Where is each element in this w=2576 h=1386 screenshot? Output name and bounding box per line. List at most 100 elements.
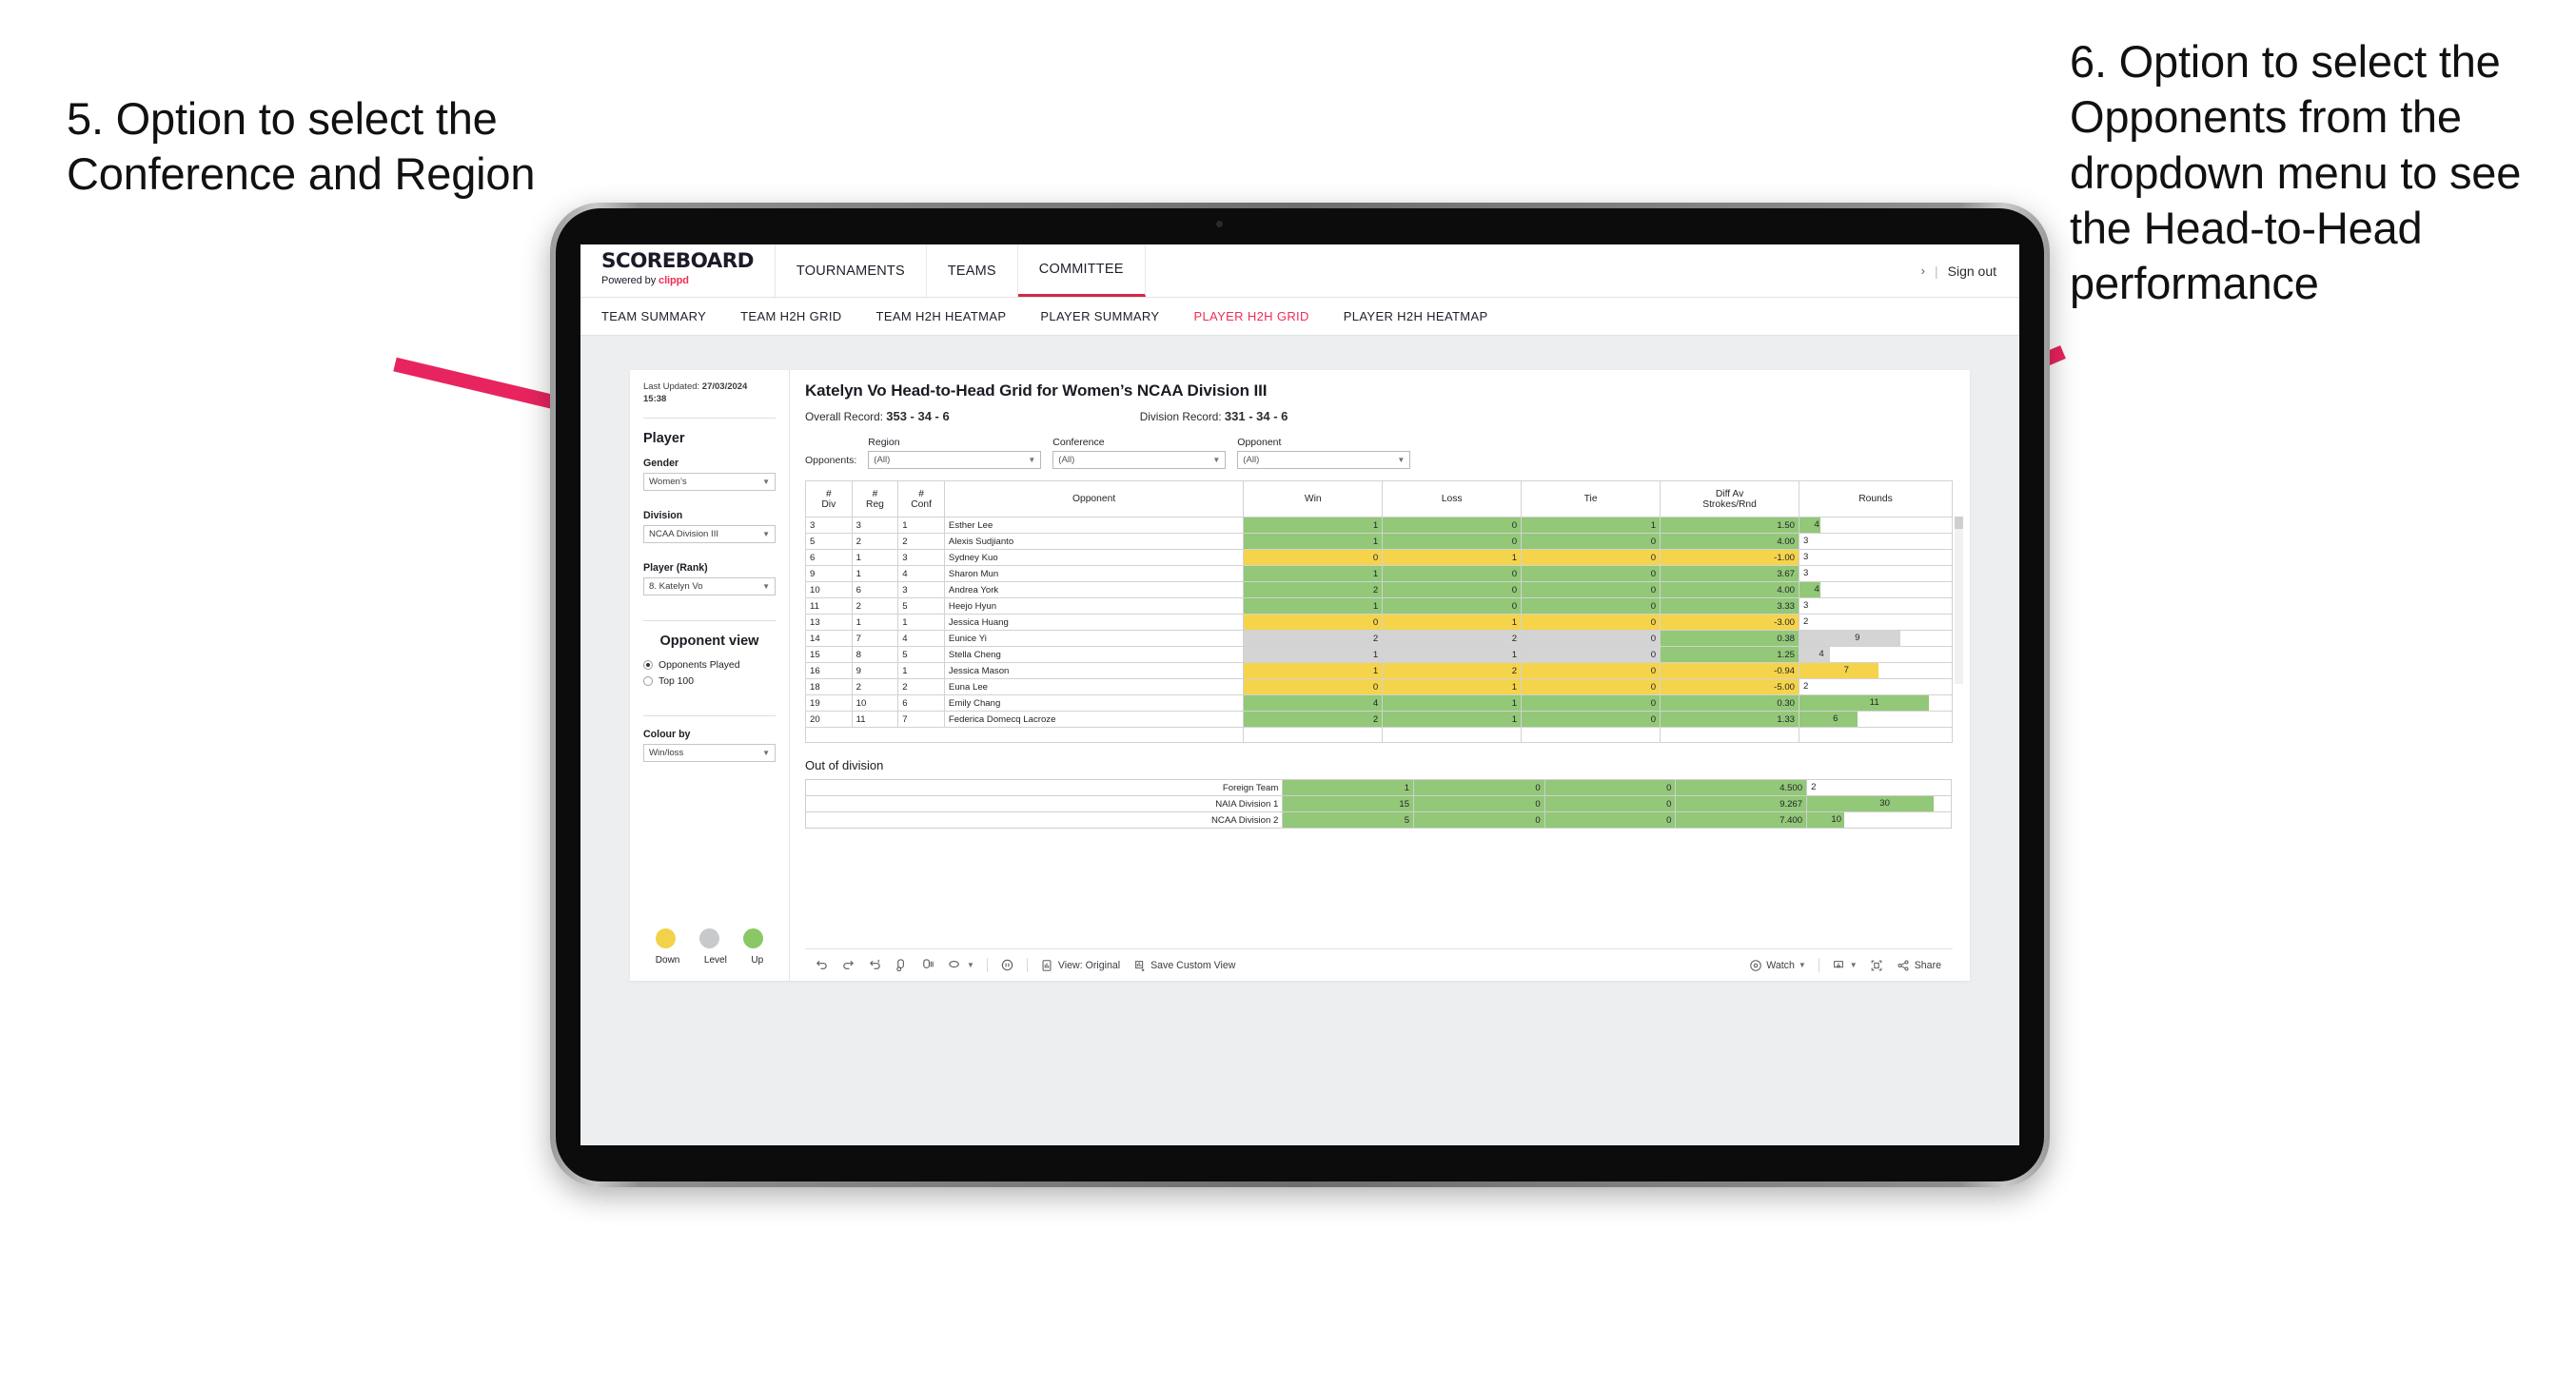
- cell-ood-rounds: 2: [1806, 779, 1952, 797]
- nav-item-tournaments[interactable]: TOURNAMENTS: [776, 244, 927, 297]
- save-custom-view-button[interactable]: Save Custom View: [1132, 958, 1235, 972]
- table-row[interactable]: 13 1 1 Jessica Huang 0 1 0 -3.00 2: [805, 614, 1953, 631]
- subnav-item-team-h2h-grid[interactable]: TEAM H2H GRID: [740, 309, 858, 323]
- cell-loss: 1: [1382, 711, 1523, 728]
- blank-cell: [1799, 726, 1953, 744]
- table-row[interactable]: 20 11 7 Federica Domecq Lacroze 2 1 0 1.33 6: [805, 711, 1953, 728]
- cell-tie: 0: [1521, 678, 1662, 695]
- cell-opponent: Esther Lee: [943, 517, 1245, 534]
- subnav-item-player-h2h-heatmap[interactable]: PLAYER H2H HEATMAP: [1344, 309, 1505, 323]
- cell-rounds: 2: [1799, 614, 1953, 631]
- cell-div: 5: [805, 533, 853, 550]
- tablet-screen: SCOREBOARD Powered by clippd TOURNAMENTS…: [580, 244, 2019, 1145]
- brand-logo[interactable]: SCOREBOARD Powered by clippd: [580, 244, 776, 297]
- subnav-item-player-summary[interactable]: PLAYER SUMMARY: [1040, 309, 1176, 323]
- rounds-value: 11: [1869, 697, 1879, 708]
- cell-loss: 0: [1382, 581, 1523, 598]
- nav-item-committee[interactable]: COMMITTEE: [1017, 244, 1146, 297]
- toolbar-divider-2: [1026, 958, 1028, 972]
- share-label: Share: [1914, 959, 1941, 971]
- opponent-filters: Opponents: Region (All) ▼ Conference (Al…: [805, 437, 1953, 469]
- col-header-conf: # Conf: [897, 480, 945, 517]
- redo-icon[interactable]: [841, 958, 855, 972]
- cell-reg: 1: [851, 549, 899, 566]
- watch-button[interactable]: Watch ▼: [1748, 958, 1806, 972]
- table-row[interactable]: 3 3 1 Esther Lee 1 0 1 1.50 4: [805, 517, 1953, 534]
- highlight-icon[interactable]: [948, 958, 962, 972]
- player-rank-select[interactable]: 8. Katelyn Vo ▼: [643, 576, 776, 595]
- chevron-right-icon[interactable]: ›: [1921, 264, 1925, 278]
- division-select[interactable]: NCAA Division III ▼: [643, 524, 776, 543]
- undo-icon[interactable]: [815, 958, 829, 972]
- radio-top-100[interactable]: Top 100: [643, 676, 776, 687]
- colour-by-select[interactable]: Win/loss ▼: [643, 743, 776, 762]
- pause-auto-update-icon[interactable]: [1000, 958, 1014, 972]
- table-row[interactable]: 18 2 2 Euna Lee 0 1 0 -5.00 2: [805, 678, 1953, 695]
- save-view-icon: [1132, 958, 1147, 972]
- share-button[interactable]: Share: [1897, 958, 1953, 972]
- cell-opponent: Emily Chang: [943, 694, 1245, 712]
- table-row[interactable]: 9 1 4 Sharon Mun 1 0 0 3.67 3: [805, 565, 1953, 582]
- table-row[interactable]: 19 10 6 Emily Chang 4 1 0 0.30 11: [805, 694, 1953, 712]
- division-record-value: 331 - 34 - 6: [1224, 409, 1288, 423]
- table-row[interactable]: 5 2 2 Alexis Sudjianto 1 0 0 4.00 3: [805, 533, 1953, 550]
- cell-conf: 4: [897, 630, 945, 647]
- table-row[interactable]: 14 7 4 Eunice Yi 2 2 0 0.38 9: [805, 630, 1953, 647]
- table-row[interactable]: 16 9 1 Jessica Mason 1 2 0 -0.94 7: [805, 662, 1953, 679]
- pause-updates-icon[interactable]: [921, 958, 935, 972]
- rounds-value: 2: [1803, 681, 1809, 692]
- view-original-button[interactable]: View: Original: [1040, 958, 1120, 972]
- cell-tie: 0: [1521, 662, 1662, 679]
- cell-loss: 1: [1382, 549, 1523, 566]
- watch-icon: [1748, 958, 1762, 972]
- chevron-down-icon: ▼: [1397, 456, 1406, 464]
- cell-diff: -0.94: [1660, 662, 1800, 679]
- grid-scrollbar-track[interactable]: [1955, 517, 1963, 685]
- revert-icon[interactable]: [868, 958, 882, 972]
- nav-item-teams[interactable]: TEAMS: [927, 244, 1018, 297]
- toolbar-divider-1: [986, 958, 988, 972]
- subnav-item-player-h2h-grid[interactable]: PLAYER H2H GRID: [1193, 309, 1326, 323]
- table-row[interactable]: 15 8 5 Stella Cheng 1 1 0 1.25 4: [805, 646, 1953, 663]
- cell-diff: 1.33: [1660, 711, 1800, 728]
- cell-ood-name: Foreign Team: [804, 779, 1284, 797]
- gender-select[interactable]: Women’s ▼: [643, 472, 776, 491]
- col-header-reg-line1: #: [872, 488, 878, 499]
- overall-record-value: 353 - 34 - 6: [886, 409, 950, 423]
- cell-loss: 1: [1382, 646, 1523, 663]
- conference-select[interactable]: (All) ▼: [1052, 451, 1227, 469]
- legend-dots: [643, 928, 776, 948]
- region-select[interactable]: (All) ▼: [868, 451, 1042, 469]
- download-button[interactable]: ▼: [1832, 958, 1858, 972]
- filter-conference-label: Conference: [1052, 437, 1105, 448]
- cell-ood-diff: 4.500: [1675, 779, 1808, 797]
- radio-opponents-played[interactable]: Opponents Played: [643, 660, 776, 671]
- cell-rounds: 3: [1799, 549, 1953, 566]
- out-of-division-row[interactable]: NAIA Division 1 15 0 0 9.267 30: [804, 795, 1952, 813]
- cell-conf: 2: [897, 678, 945, 695]
- out-of-division-row[interactable]: Foreign Team 1 0 0 4.500 2: [804, 779, 1952, 797]
- grid-scrollbar-thumb[interactable]: [1955, 517, 1963, 529]
- table-row[interactable]: 6 1 3 Sydney Kuo 0 1 0 -1.00 3: [805, 549, 1953, 566]
- fullscreen-icon[interactable]: [1870, 958, 1884, 972]
- out-of-division-row[interactable]: NCAA Division 2 5 0 0 7.400 10: [804, 811, 1952, 830]
- cell-opponent: Stella Cheng: [943, 646, 1245, 663]
- player-rank-value: 8. Katelyn Vo: [649, 580, 703, 592]
- filter-opponent: Opponent (All) ▼: [1237, 437, 1411, 469]
- sign-out-link[interactable]: Sign out: [1948, 264, 1996, 279]
- subnav-item-team-summary[interactable]: TEAM SUMMARY: [601, 309, 723, 323]
- page-title: Katelyn Vo Head-to-Head Grid for Women’s…: [805, 381, 1268, 400]
- brand-title: SCOREBOARD: [601, 249, 755, 273]
- chevron-down-icon[interactable]: ▼: [967, 961, 974, 969]
- cell-tie: 0: [1521, 565, 1662, 582]
- cell-reg: 8: [851, 646, 899, 663]
- view-icon: [1040, 958, 1054, 972]
- last-updated-label: Last Updated:: [643, 381, 702, 392]
- refresh-data-icon[interactable]: [895, 958, 909, 972]
- subnav-item-team-h2h-heatmap[interactable]: TEAM H2H HEATMAP: [876, 309, 1024, 323]
- rounds-value: 4: [1814, 519, 1819, 530]
- table-row[interactable]: 10 6 3 Andrea York 2 0 0 4.00 4: [805, 581, 1953, 598]
- legend-label-up: Up: [751, 955, 764, 966]
- opponent-select[interactable]: (All) ▼: [1237, 451, 1411, 469]
- table-row[interactable]: 11 2 5 Heejo Hyun 1 0 0 3.33 3: [805, 597, 1953, 615]
